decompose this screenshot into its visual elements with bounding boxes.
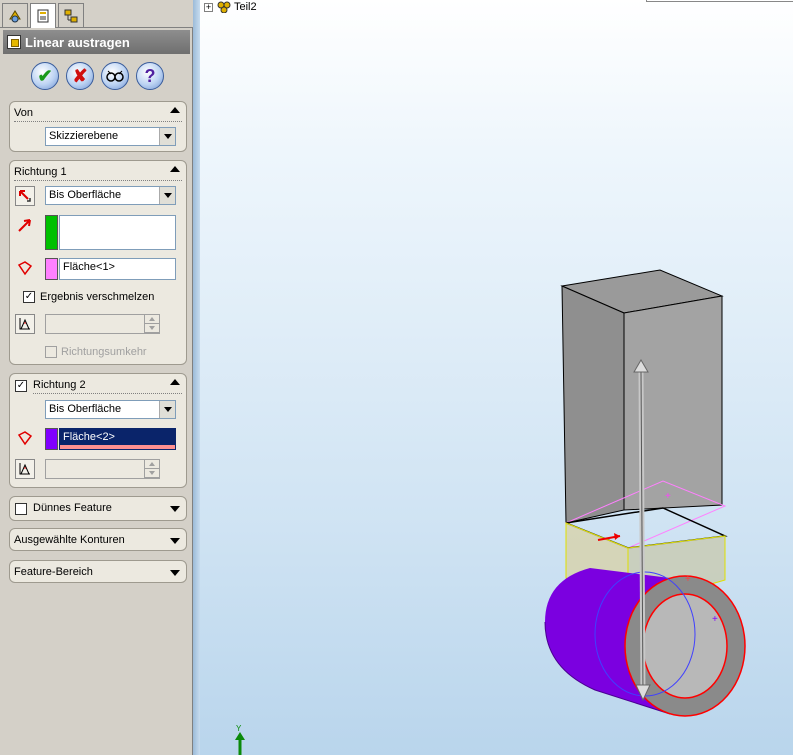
face-2-selection-field[interactable]: Fläche<2> (59, 428, 176, 450)
collapse-arrow-icon[interactable] (170, 379, 180, 385)
close-icon: ✘ (72, 65, 88, 86)
reverse-draft-label: Richtungsumkehr (61, 346, 147, 358)
face-1-selection-field[interactable]: Fläche<1> (59, 258, 176, 280)
reverse-direction-icon (19, 190, 31, 202)
tab-feature-manager[interactable] (2, 3, 28, 27)
cancel-button[interactable]: ✘ (66, 62, 94, 90)
draft-angle-spinner[interactable] (45, 459, 160, 479)
feature-tree-node[interactable]: + Teil2 (204, 0, 257, 14)
feature-header: Linear austragen (3, 30, 190, 54)
group-feature-bereich: Feature-Bereich (9, 560, 187, 583)
group-duennes-feature-title[interactable]: Dünnes Feature (33, 501, 182, 517)
configuration-icon (64, 9, 78, 22)
direction-vector-icon (15, 215, 35, 235)
expand-arrow-icon[interactable] (170, 570, 180, 576)
face-selection-icon (15, 258, 35, 278)
dropdown-arrow-icon[interactable] (159, 401, 175, 418)
merge-result-label: Ergebnis verschmelzen (40, 291, 155, 303)
draft-icon (19, 463, 30, 475)
expand-plus-icon[interactable]: + (204, 2, 213, 12)
spin-up-icon[interactable] (145, 460, 159, 469)
manager-tabs (0, 0, 193, 28)
part-name: Teil2 (234, 1, 257, 13)
draft-button[interactable] (15, 459, 35, 479)
question-mark-icon: ? (144, 65, 156, 86)
richtung-1-end-condition-select[interactable]: Bis Oberfläche (45, 186, 176, 205)
draft-icon (19, 318, 30, 330)
von-start-condition-select[interactable]: Skizzierebene (45, 127, 176, 146)
collapse-arrow-icon[interactable] (170, 107, 180, 113)
y-axis-label: Y (236, 724, 242, 733)
face-1-color-swatch (45, 258, 58, 280)
checkmark-icon: ✔ (37, 65, 53, 86)
group-richtung-2: ✓ Richtung 2 Bis Oberfläche Fläche<2> (9, 373, 187, 488)
property-manager: Linear austragen ✔ ✘ ? Von Skizzierebene… (0, 0, 193, 755)
spin-down-icon[interactable] (145, 469, 159, 478)
detailed-preview-button[interactable] (101, 62, 129, 90)
richtung-1-end-condition-value: Bis Oberfläche (49, 189, 122, 201)
richtung-2-end-condition-select[interactable]: Bis Oberfläche (45, 400, 176, 419)
merge-result-checkbox[interactable]: ✓ (23, 291, 35, 303)
property-manager-icon (37, 9, 49, 23)
collapse-arrow-icon[interactable] (170, 166, 180, 172)
direction-vector-field[interactable] (59, 215, 176, 250)
duennes-feature-checkbox[interactable] (15, 503, 27, 515)
group-von: Von Skizzierebene (9, 101, 187, 152)
graphics-viewport[interactable]: + + + Y (200, 0, 793, 755)
richtung-2-end-condition-value: Bis Oberfläche (49, 403, 122, 415)
ok-button[interactable]: ✔ (31, 62, 59, 90)
group-feature-bereich-title[interactable]: Feature-Bereich (14, 565, 182, 581)
cylinder-bore[interactable] (642, 593, 728, 699)
draft-angle-spinner[interactable] (45, 314, 160, 334)
group-ausgewaehlte-konturen: Ausgewählte Konturen (9, 528, 187, 551)
svg-text:+: + (685, 574, 691, 585)
group-ausgewaehlte-konturen-title[interactable]: Ausgewählte Konturen (14, 533, 182, 549)
reverse-direction-button[interactable] (15, 186, 35, 206)
direction-color-swatch (45, 215, 58, 250)
group-von-title[interactable]: Von (14, 106, 182, 122)
face-selection-icon (15, 428, 35, 448)
reverse-draft-checkbox[interactable] (45, 346, 57, 358)
expand-arrow-icon[interactable] (170, 506, 180, 512)
group-richtung-1-title[interactable]: Richtung 1 (14, 165, 182, 181)
feature-tree-icon (9, 9, 21, 22)
dropdown-arrow-icon[interactable] (159, 187, 175, 204)
tab-configuration-manager[interactable] (58, 3, 84, 27)
glasses-icon (106, 70, 124, 82)
spinner-arrows[interactable] (144, 315, 159, 333)
expand-arrow-icon[interactable] (170, 538, 180, 544)
spin-up-icon[interactable] (145, 315, 159, 324)
spin-down-icon[interactable] (145, 324, 159, 333)
extrude-feature-icon (7, 35, 21, 49)
dropdown-arrow-icon[interactable] (159, 128, 175, 145)
model-view[interactable]: + + + Y (200, 0, 793, 755)
viewport-border (193, 0, 200, 755)
richtung-2-checkbox[interactable]: ✓ (15, 380, 27, 392)
svg-text:+: + (712, 614, 718, 625)
face-1-value: Fläche<1> (63, 261, 115, 273)
face-2-color-swatch (45, 428, 58, 450)
part-icon (217, 1, 231, 13)
svg-text:+: + (665, 491, 671, 502)
group-richtung-1: Richtung 1 Bis Oberfläche Fläche<1> ✓ Er… (9, 160, 187, 365)
von-select-value: Skizzierebene (49, 130, 119, 142)
box-front-face[interactable] (561, 285, 625, 524)
viewport-top-edge (646, 0, 793, 2)
spinner-arrows[interactable] (144, 460, 159, 478)
feature-title: Linear austragen (25, 34, 130, 50)
draft-button[interactable] (15, 314, 35, 334)
group-richtung-2-title[interactable]: Richtung 2 (33, 378, 182, 394)
tab-property-manager[interactable] (30, 3, 56, 28)
face-2-value: Fläche<2> (63, 431, 115, 443)
help-button[interactable]: ? (136, 62, 164, 90)
group-duennes-feature: Dünnes Feature (9, 496, 187, 521)
